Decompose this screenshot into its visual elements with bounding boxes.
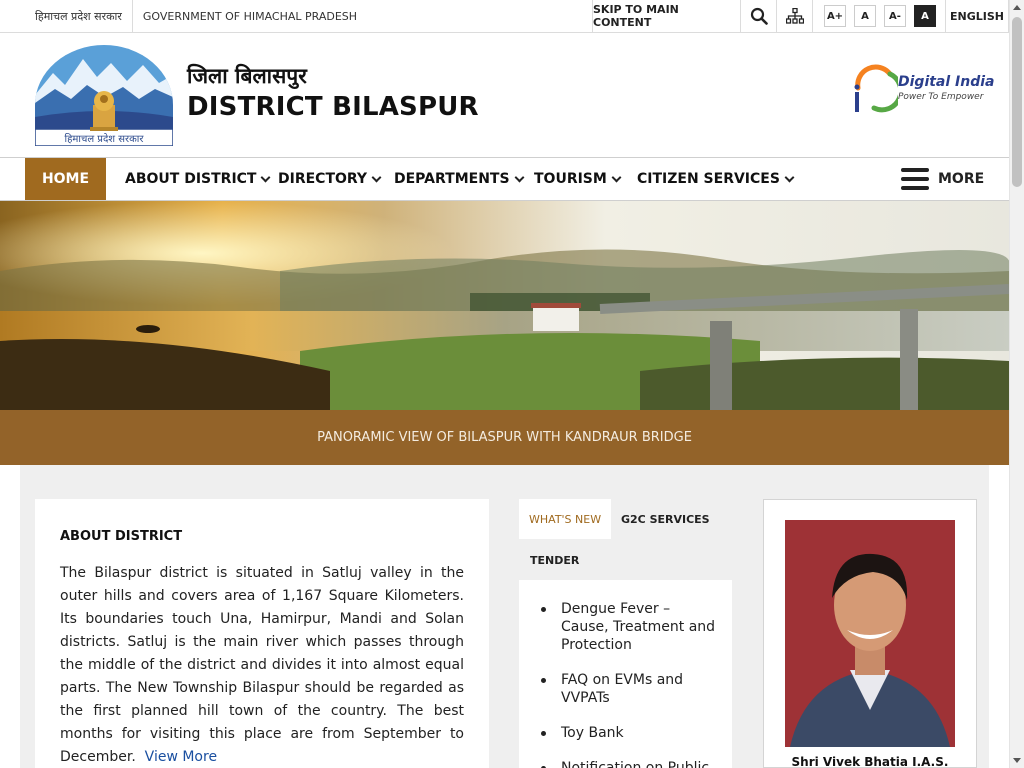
top-utility-bar: हिमाचल प्रदेश सरकार GOVERNMENT OF HIMACH… [0,0,1009,33]
chevron-down-icon [371,172,382,182]
emblem-caption: हिमाचल प्रदेश सरकार [65,133,145,145]
scrollbar-thumb[interactable] [1012,17,1022,187]
state-emblem[interactable]: हिमाचल प्रदेश सरकार [35,45,173,146]
main-navigation: HOME ABOUT DISTRICT DIRECTORY DEPARTMENT… [0,157,1009,201]
font-decrease-button[interactable]: A- [884,5,906,27]
site-title[interactable]: DISTRICT BILASPUR [187,92,479,122]
more-label: MORE [938,171,985,187]
nav-about-district[interactable]: ABOUT DISTRICT [125,158,271,200]
tab-tender[interactable]: TENDER [520,540,589,580]
about-heading: ABOUT DISTRICT [60,529,183,544]
news-list: Dengue Fever – Cause, Treatment and Prot… [541,600,721,768]
nav-departments-label: DEPARTMENTS [394,171,510,187]
chevron-down-icon [261,172,271,182]
digital-india-logo[interactable]: Digital India Power To Empower [850,62,995,116]
list-item[interactable]: Notification on Public [541,759,721,768]
digital-india-tagline: Power To Empower [898,92,984,102]
nav-citizen-services[interactable]: CITIZEN SERVICES [637,158,795,200]
site-title-hindi: जिला बिलासपुर [187,64,307,88]
govt-name-link[interactable]: GOVERNMENT OF HIMACHAL PRADESH [143,10,357,23]
font-size-controls: A+ A A- A [812,0,945,32]
whats-new-panel: Dengue Fever – Cause, Treatment and Prot… [519,580,732,768]
about-district-card: ABOUT DISTRICT The Bilaspur district is … [35,499,489,768]
list-item[interactable]: Toy Bank [541,724,721,742]
hamburger-icon [901,168,929,190]
nav-directory[interactable]: DIRECTORY [278,158,382,200]
chevron-down-icon [784,172,795,182]
news-tabs: WHAT'S NEW G2C SERVICES TENDER Dengue Fe… [519,499,732,768]
hero-banner-image [0,201,1009,410]
sitemap-button[interactable] [776,0,812,32]
himachal-emblem-icon: हिमाचल प्रदेश सरकार [35,45,173,146]
high-contrast-button[interactable]: A [914,5,936,27]
nav-home[interactable]: HOME [25,158,106,200]
divider [131,0,133,32]
scroll-down-icon[interactable] [1013,758,1021,763]
portrait-image [785,520,955,747]
search-button[interactable] [740,0,776,32]
nav-departments[interactable]: DEPARTMENTS [394,158,524,200]
banner-caption: PANORAMIC VIEW OF BILASPUR WITH KANDRAUR… [0,410,1009,465]
skip-to-main-content-link[interactable]: SKIP TO MAIN CONTENT [592,0,740,32]
sitemap-icon [785,8,804,24]
hp-govt-hindi-link[interactable]: हिमाचल प्रदेश सरकार [35,9,122,24]
nav-about-district-label: ABOUT DISTRICT [125,171,257,187]
chevron-down-icon [611,172,622,182]
more-menu-button[interactable]: MORE [901,158,984,200]
nav-directory-label: DIRECTORY [278,171,368,187]
digital-india-title: Digital India [898,74,995,90]
page-scrollbar[interactable] [1009,0,1024,768]
search-icon [750,7,768,25]
language-switch[interactable]: ENGLISH [945,0,1009,32]
dc-name: Shri Vivek Bhatia I.A.S. [791,755,949,768]
about-text: The Bilaspur district is situated in Sat… [60,562,464,768]
list-item[interactable]: FAQ on EVMs and VVPATs [541,671,721,707]
nav-tourism-label: TOURISM [534,171,607,187]
govt-links: हिमाचल प्रदेश सरकार GOVERNMENT OF HIMACH… [35,0,357,32]
nav-tourism[interactable]: TOURISM [534,158,622,200]
font-increase-button[interactable]: A+ [824,5,846,27]
deputy-commissioner-card: Shri Vivek Bhatia I.A.S. [763,499,977,768]
accessibility-tools: SKIP TO MAIN CONTENT A+ A A- A ENGLISH [592,0,1009,32]
scroll-up-icon[interactable] [1013,5,1021,10]
nav-citizen-services-label: CITIZEN SERVICES [637,171,780,187]
digital-india-icon [854,64,898,113]
font-normal-button[interactable]: A [854,5,876,27]
list-item[interactable]: Dengue Fever – Cause, Treatment and Prot… [541,600,721,654]
panorama-image [0,201,1009,410]
about-body: The Bilaspur district is situated in Sat… [60,565,464,765]
dc-photo [785,520,955,747]
chevron-down-icon [514,172,524,182]
tab-whats-new[interactable]: WHAT'S NEW [519,499,612,539]
view-more-link[interactable]: View More [145,749,217,765]
tab-g2c-services[interactable]: G2C SERVICES [611,499,720,539]
